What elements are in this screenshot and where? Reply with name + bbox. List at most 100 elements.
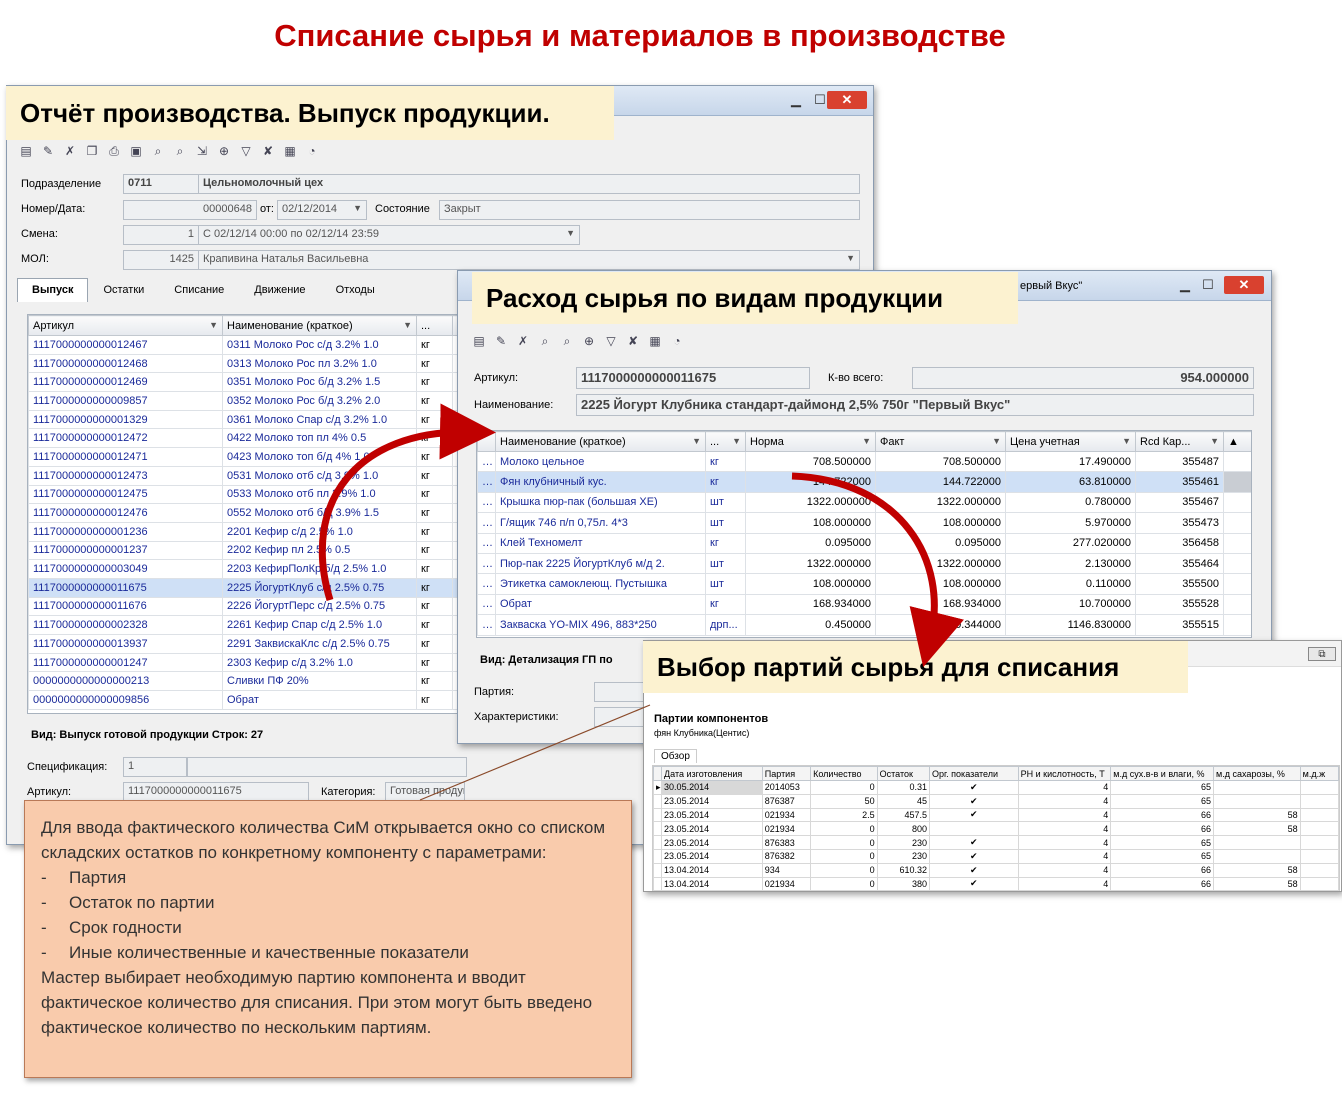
minimize-button[interactable]: ▁ <box>783 91 809 109</box>
delete-icon[interactable]: ✗ <box>61 142 79 160</box>
division-name-field[interactable]: Цельномолочный цех <box>198 174 860 194</box>
comment-icon[interactable]: ◔ <box>668 332 686 350</box>
zoom-icon[interactable]: ⊕ <box>580 332 598 350</box>
delete-icon[interactable]: ✗ <box>514 332 532 350</box>
new-icon[interactable]: ▤ <box>470 332 488 350</box>
close-button[interactable]: ✕ <box>1224 276 1264 294</box>
table-row[interactable]: 1117000000000012472 0422 Молоко топ пл 4%… <box>28 428 476 449</box>
binoculars-icon[interactable]: ⌕ <box>149 142 167 160</box>
table-row[interactable]: 23.05.2014 021934 0 800 4 66 58 <box>653 821 1339 837</box>
column-header-name[interactable]: Наименование (краткое) ▼ <box>495 431 706 452</box>
table-row[interactable]: 23.05.2014 876387 50 45 ✔ 4 65 <box>653 793 1339 809</box>
filter-icon[interactable]: ▽ <box>237 142 255 160</box>
table-row[interactable]: 1117000000000002328 2261 Кефир Спар с/д 2… <box>28 615 476 635</box>
paste-icon[interactable]: ▦ <box>281 142 299 160</box>
clear-filter-icon[interactable]: ✘ <box>259 142 277 160</box>
tab-writeoff[interactable]: Списание <box>159 278 239 302</box>
spec-extra-field[interactable] <box>187 757 467 777</box>
column-header-sugar[interactable]: м.д сахарозы, % <box>1213 766 1301 781</box>
column-header-unit[interactable]: ... <box>416 315 453 336</box>
table-row[interactable]: 1117000000000012467 0311 Молоко Рос с/д 3… <box>28 335 476 355</box>
art-field[interactable]: 1117000000000011675 <box>123 782 309 802</box>
table-row[interactable]: 23.05.2014 021934 2.5 457.5 ✔ 4 66 58 <box>653 807 1339 823</box>
maximize-button[interactable]: ☐ <box>1195 276 1221 294</box>
table-row[interactable]: 0000000000000000213 Сливки ПФ 20% кг <box>28 671 476 692</box>
table-row[interactable]: 23.05.2014 876382 0 230 ✔ 4 65 <box>653 848 1339 864</box>
close-button[interactable]: ✕ <box>827 91 867 109</box>
table-row[interactable]: 13.04.2014 021934 0 380 ✔ 4 66 58 <box>653 876 1339 891</box>
column-header-name[interactable]: Наименование (краткое) ▼ <box>222 315 417 336</box>
date-field[interactable]: 02/12/2014 ▼ <box>277 200 367 220</box>
table-row[interactable]: … Закваска YO-MIX 496, 883*250 дрп... 0.450… <box>477 614 1251 636</box>
table-row[interactable]: 0000000000000009856 Обрат кг <box>28 690 476 710</box>
column-header-remain[interactable]: Остаток <box>876 766 930 781</box>
sort-icon[interactable]: ▼ <box>1210 436 1219 446</box>
column-header-fat[interactable]: м.д.ж <box>1299 766 1339 781</box>
org-check-cell[interactable]: ✔ <box>928 793 1019 809</box>
table-row[interactable]: 1117000000000013937 2291 ЗаквискаКлс с/д … <box>28 634 476 654</box>
shift-text-field[interactable]: С 02/12/14 00:00 по 02/12/14 23:59 ▼ <box>198 225 580 245</box>
table-row[interactable]: ▸ 30.05.2014 2014053 0 0.31 ✔ 4 65 <box>653 780 1339 795</box>
sort-icon[interactable]: ▼ <box>692 436 701 446</box>
table-row[interactable]: … Крышка пюр-пак (большая ХЕ) шт 1322.00000… <box>477 491 1251 514</box>
column-header-org[interactable]: Орг. показатели <box>928 766 1019 781</box>
save-icon[interactable]: ▣ <box>127 142 145 160</box>
w3-tab-overview[interactable]: Обзор <box>654 749 697 763</box>
table-row[interactable]: … Обрат кг 168.934000 168.934000 10.700000 355… <box>477 593 1251 616</box>
paste-icon[interactable]: ▦ <box>646 332 664 350</box>
table-row[interactable]: 1117000000000001237 2202 Кефир пл 2.5% 0.… <box>28 540 476 561</box>
table-row[interactable]: 1117000000000001329 0361 Молоко Спар с/д … <box>28 409 476 430</box>
table-row[interactable]: 23.05.2014 876383 0 230 ✔ 4 65 <box>653 835 1339 850</box>
column-header-qty[interactable]: Количество <box>810 766 878 781</box>
column-header-batch[interactable]: Партия <box>761 766 812 781</box>
table-row[interactable]: 1117000000000001236 2201 Кефир с/д 2.5% 1… <box>28 521 476 542</box>
org-check-cell[interactable] <box>928 821 1019 837</box>
zoom-icon[interactable]: ⊕ <box>215 142 233 160</box>
table-row[interactable]: … Г/ящик 746 п/п 0,75л. 4*3 шт 108.000000 10… <box>477 512 1251 534</box>
binoculars-icon[interactable]: ⌕ <box>536 332 554 350</box>
table-row[interactable]: … Клей Техномелт кг 0.095000 0.095000 277.020… <box>477 532 1251 554</box>
sort-icon[interactable]: ▼ <box>403 320 412 330</box>
table-row[interactable]: … Молоко цельное кг 708.500000 708.500000 17.… <box>477 450 1251 473</box>
sort-icon[interactable]: ▼ <box>992 436 1001 446</box>
org-check-cell[interactable]: ✔ <box>928 876 1019 891</box>
shift-num-field[interactable]: 1 <box>123 225 199 245</box>
sort-icon[interactable]: ▼ <box>732 436 741 446</box>
restore-button[interactable]: ⧉ <box>1308 647 1336 661</box>
column-header-price[interactable]: Цена учетная ▼ <box>1005 431 1136 452</box>
org-check-cell[interactable]: ✔ <box>928 862 1019 878</box>
sort-icon[interactable]: ▼ <box>1122 436 1131 446</box>
table-row[interactable]: 1117000000000011676 2226 ЙогуртПерс с/д 2… <box>28 596 476 617</box>
state-field[interactable]: Закрыт <box>439 200 860 220</box>
table-row[interactable]: 13.04.2014 934 0 610.32 ✔ 4 66 58 <box>653 862 1339 878</box>
tab-remains[interactable]: Остатки <box>88 278 159 302</box>
tab-movement[interactable]: Движение <box>239 278 320 302</box>
sort-icon[interactable]: ▼ <box>862 436 871 446</box>
org-check-cell[interactable]: ✔ <box>928 848 1019 864</box>
table-row[interactable]: 1117000000000012468 0313 Молоко Рос пл 3.… <box>28 353 476 374</box>
table-row[interactable]: … Пюр-пак 2225 ЙогуртКлуб м/д 2. шт 1322.00… <box>477 552 1251 575</box>
table-row[interactable]: 1117000000000012473 0531 Молоко отб с/д 3… <box>28 465 476 486</box>
clear-filter-icon[interactable]: ✘ <box>624 332 642 350</box>
column-header-ph[interactable]: РН и кислотность, Т <box>1017 766 1112 781</box>
org-check-cell[interactable]: ✔ <box>928 780 1019 795</box>
org-check-cell[interactable]: ✔ <box>928 835 1019 850</box>
tab-waste[interactable]: Отходы <box>321 278 390 302</box>
column-header-rcd[interactable]: Rcd Кар... ▼ <box>1135 431 1224 452</box>
w2-name-field[interactable]: 2225 Йогурт Клубника стандарт-даймонд 2,… <box>576 394 1254 416</box>
tab-output[interactable]: Выпуск <box>17 278 89 302</box>
column-header-dry[interactable]: м.д сух.в-в и влаги, % <box>1110 766 1215 781</box>
column-header-art[interactable]: Артикул ▼ <box>28 315 223 336</box>
table-row[interactable]: 1117000000000012475 0533 Молоко отб пл 3.… <box>28 484 476 505</box>
new-icon[interactable]: ▤ <box>17 142 35 160</box>
org-check-cell[interactable]: ✔ <box>928 807 1019 823</box>
table-row[interactable]: 1117000000000009857 0352 Молоко Рос б/д 3… <box>28 391 476 411</box>
spec-field[interactable]: 1 <box>123 757 187 777</box>
column-header-date[interactable]: Дата изготовления <box>661 766 763 781</box>
print-icon[interactable]: ⎙ <box>105 142 123 160</box>
edit-icon[interactable]: ✎ <box>39 142 57 160</box>
table-row[interactable]: … Этикетка самоклеющ. Пустышка шт 108.00000… <box>477 573 1251 595</box>
goto-icon[interactable]: ⇲ <box>193 142 211 160</box>
filter-icon[interactable]: ▽ <box>602 332 620 350</box>
comment-icon[interactable]: ◔ <box>303 142 321 160</box>
